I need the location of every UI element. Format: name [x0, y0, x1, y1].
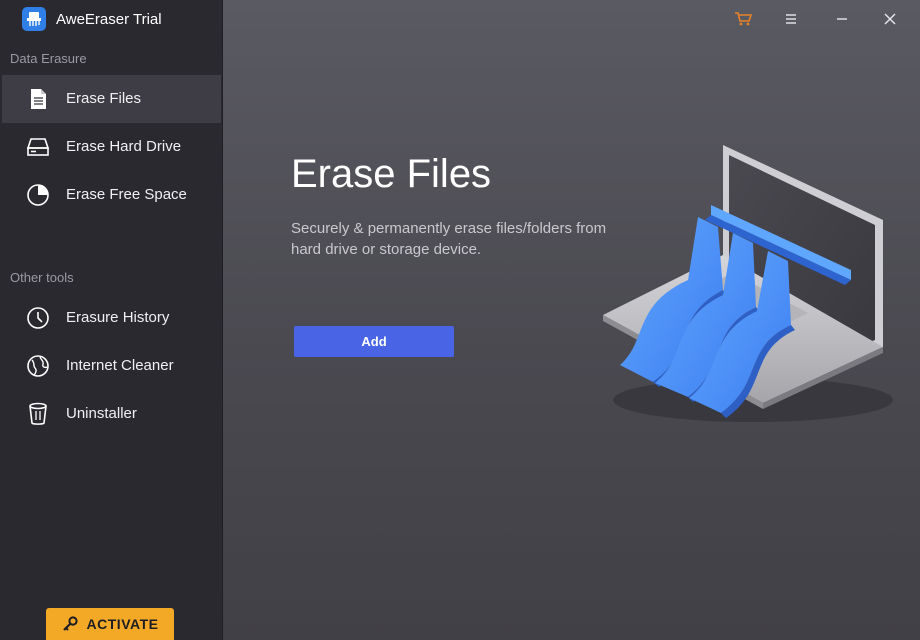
- add-button[interactable]: Add: [294, 326, 454, 357]
- section-label-data-erasure: Data Erasure: [10, 51, 87, 66]
- sidebar-item-label: Erase Free Space: [66, 186, 187, 203]
- activate-label: ACTIVATE: [86, 616, 159, 632]
- hard-drive-icon: [26, 135, 50, 159]
- sidebar-item-label: Erase Files: [66, 90, 142, 107]
- file-icon: [26, 87, 50, 111]
- app-title: AweEraser Trial: [56, 11, 162, 28]
- menu-icon[interactable]: [778, 6, 804, 32]
- page-title: Erase Files: [291, 152, 492, 196]
- app-header: AweEraser Trial: [0, 0, 221, 40]
- cart-icon[interactable]: [730, 6, 756, 32]
- page-description: Securely & permanently erase files/folde…: [291, 220, 607, 258]
- laptop-shredder-illustration: [593, 135, 893, 435]
- sidebar-item-erasure-history[interactable]: Erasure History: [2, 294, 221, 342]
- activate-button[interactable]: ACTIVATE: [46, 608, 174, 640]
- sidebar-item-label: Erasure History: [66, 309, 170, 326]
- sidebar: AweEraser Trial Data Erasure Erase Files…: [0, 0, 221, 640]
- sidebar-item-erase-free-space[interactable]: Erase Free Space: [2, 171, 221, 219]
- pie-chart-icon: [26, 183, 50, 207]
- sidebar-item-label: Internet Cleaner: [66, 357, 174, 374]
- sidebar-item-uninstaller[interactable]: Uninstaller: [2, 390, 221, 438]
- key-icon: [62, 616, 78, 632]
- section-label-other-tools: Other tools: [10, 270, 74, 285]
- globe-icon: [26, 354, 50, 378]
- sidebar-item-label: Uninstaller: [66, 405, 137, 422]
- minimize-icon[interactable]: [829, 6, 855, 32]
- app-logo-icon: [22, 7, 46, 31]
- sidebar-item-erase-files[interactable]: Erase Files: [2, 75, 221, 123]
- sidebar-item-internet-cleaner[interactable]: Internet Cleaner: [2, 342, 221, 390]
- close-icon[interactable]: [877, 6, 903, 32]
- trash-icon: [26, 402, 50, 426]
- main-panel: Erase Files Securely & permanently erase…: [222, 0, 920, 640]
- sidebar-item-label: Erase Hard Drive: [66, 138, 182, 155]
- clock-icon: [26, 306, 50, 330]
- sidebar-item-erase-hard-drive[interactable]: Erase Hard Drive: [2, 123, 221, 171]
